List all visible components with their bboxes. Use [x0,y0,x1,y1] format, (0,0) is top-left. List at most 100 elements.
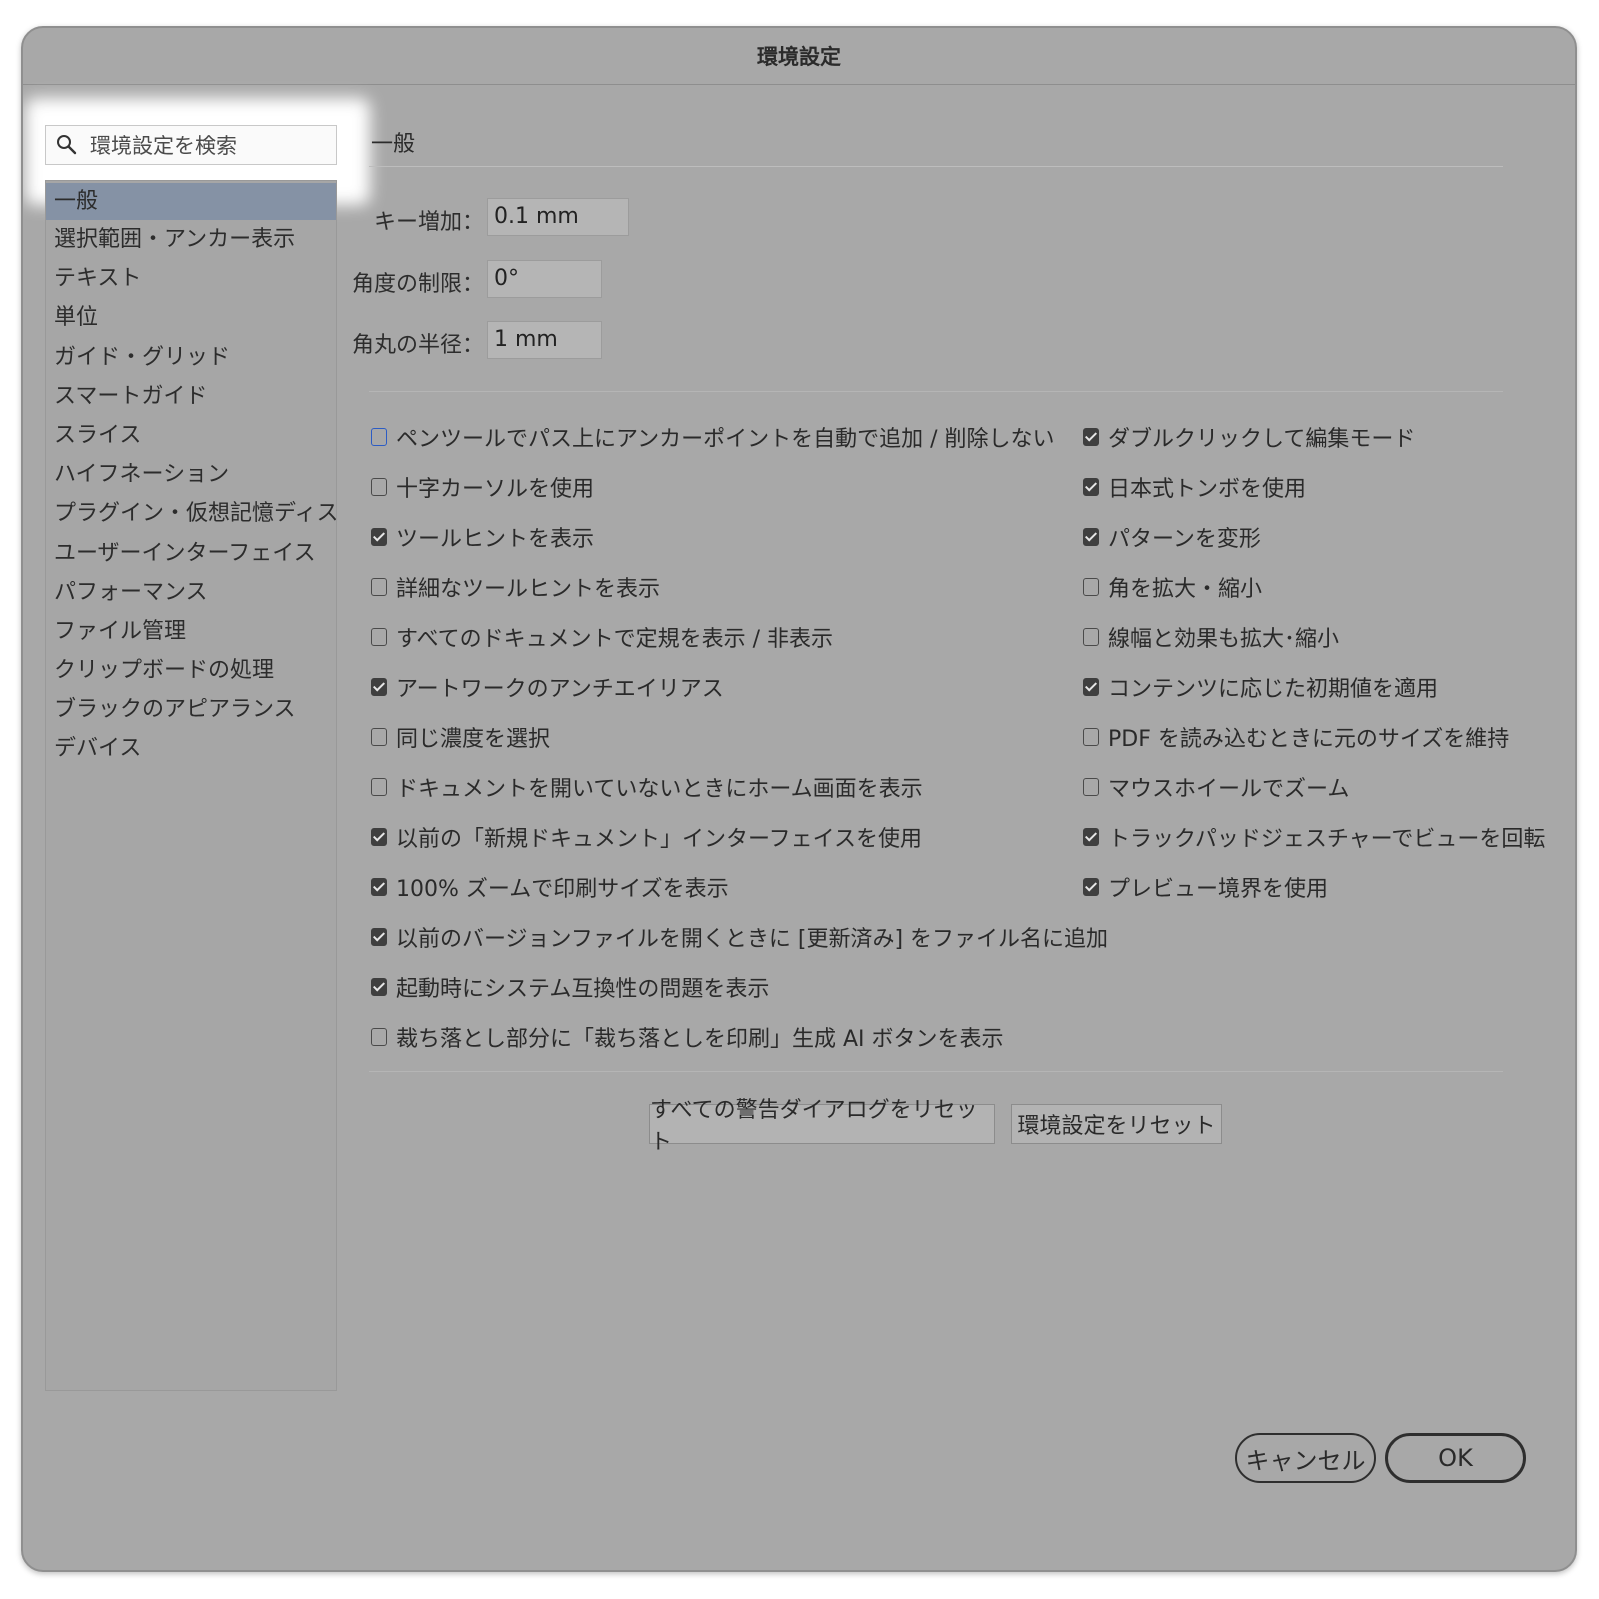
reset-warnings-button[interactable]: すべての警告ダイアログをリセット [649,1098,995,1155]
sidebar-item-clipboard[interactable]: クリップボードの処理 [46,651,336,690]
checkbox[interactable] [1083,678,1099,696]
option-pen-auto-add-delete[interactable]: ペンツールでパス上にアンカーポイントを自動で追加 / 削除しない [371,421,1055,453]
option-label: 日本式トンボを使用 [1108,477,1307,502]
option-scale-corners[interactable]: 角を拡大・縮小 [1083,571,1262,603]
divider [369,166,1503,167]
divider [369,1071,1503,1072]
option-trackpad-rotate[interactable]: トラックパッドジェスチャーでビューを回転 [1083,821,1545,853]
option-japanese-crop-marks[interactable]: 日本式トンボを使用 [1083,471,1306,503]
option-mouse-wheel-zoom[interactable]: マウスホイールでズーム [1083,771,1349,803]
option-label: パターンを変形 [1108,527,1261,552]
option-label: PDF を読み込むときに元のサイズを維持 [1108,727,1510,752]
sidebar-item-file-handling[interactable]: ファイル管理 [46,612,336,651]
sidebar-item-slices[interactable]: スライス [46,416,336,455]
ok-button[interactable]: OK [1385,1433,1526,1483]
checkbox[interactable] [371,928,387,946]
checkbox[interactable] [1083,428,1099,446]
sidebar-item-guides-grid[interactable]: ガイド・グリッド [46,338,336,377]
option-print-size-100[interactable]: 100% ズームで印刷サイズを表示 [371,871,729,903]
option-label: 同じ濃度を選択 [396,727,551,752]
option-label: 以前のバージョンファイルを開くときに [更新済み] をファイル名に追加 [396,927,1109,952]
checkbox[interactable] [1083,628,1099,646]
option-label: プレビュー境界を使用 [1108,877,1329,902]
option-show-home-screen[interactable]: ドキュメントを開いていないときにホーム画面を表示 [371,771,923,803]
checkbox[interactable] [371,578,387,596]
checkbox[interactable] [1083,878,1099,896]
sidebar-item-smart-guides[interactable]: スマートガイド [46,377,336,416]
option-scale-strokes-effects[interactable]: 線幅と効果も拡大･縮小 [1083,621,1339,653]
key-increment-field[interactable]: 0.1 mm [487,198,629,236]
search-field[interactable]: 環境設定を検索 [45,125,337,165]
option-transform-pattern[interactable]: パターンを変形 [1083,521,1261,553]
search-icon [46,125,90,165]
option-label: 以前の「新規ドキュメント」インターフェイスを使用 [396,827,923,852]
preferences-dialog: 環境設定 環境設定を検索 一般 選択範囲・アンカー表示 テキスト 単位 ガイド・… [21,26,1577,1572]
checkbox[interactable] [1083,778,1099,796]
option-rich-tool-tips[interactable]: 詳細なツールヒントを表示 [371,571,660,603]
option-rulers-all-documents[interactable]: すべてのドキュメントで定規を表示 / 非表示 [371,621,833,653]
search-input[interactable]: 環境設定を検索 [90,130,237,160]
option-show-tool-tips[interactable]: ツールヒントを表示 [371,521,594,553]
checkbox[interactable] [371,778,387,796]
title-bar: 環境設定 [23,28,1575,85]
checkbox[interactable] [371,728,387,746]
option-select-same-tint[interactable]: 同じ濃度を選択 [371,721,550,753]
sidebar: 一般 選択範囲・アンカー表示 テキスト 単位 ガイド・グリッド スマートガイド … [45,180,337,1391]
cancel-button[interactable]: キャンセル [1235,1433,1376,1483]
corner-radius-label: 角丸の半径： [351,333,484,358]
divider [369,391,1503,392]
option-double-click-isolate[interactable]: ダブルクリックして編集モード [1083,421,1415,453]
sidebar-item-performance[interactable]: パフォーマンス [46,573,336,612]
sidebar-item-black-appearance[interactable]: ブラックのアピアランス [46,690,336,729]
checkbox[interactable] [1083,728,1099,746]
option-anti-aliased-artwork[interactable]: アートワークのアンチエイリアス [371,671,724,703]
checkbox[interactable] [371,528,387,546]
corner-radius-field[interactable]: 1 mm [487,321,602,359]
reset-preferences-button[interactable]: 環境設定をリセット [1011,1104,1222,1144]
sidebar-item-devices[interactable]: デバイス [46,729,336,768]
option-precise-cursors[interactable]: 十字カーソルを使用 [371,471,594,503]
sidebar-item-text[interactable]: テキスト [46,259,336,298]
checkbox[interactable] [371,978,387,996]
checkbox[interactable] [371,878,387,896]
checkbox[interactable] [1083,528,1099,546]
sidebar-item-selection[interactable]: 選択範囲・アンカー表示 [46,220,336,259]
checkbox[interactable] [371,628,387,646]
checkbox[interactable] [1083,578,1099,596]
constrain-angle-field[interactable]: 0° [487,260,602,298]
option-append-converted[interactable]: 以前のバージョンファイルを開くときに [更新済み] をファイル名に追加 [371,921,1108,953]
option-bleed-ai-button[interactable]: 裁ち落とし部分に「裁ち落としを印刷」生成 AI ボタンを表示 [371,1021,1004,1053]
key-increment-label: キー増加： [373,210,484,235]
option-label: すべてのドキュメントで定規を表示 / 非表示 [396,627,833,652]
option-label: 角を拡大・縮小 [1108,577,1263,602]
checkbox[interactable] [371,1028,387,1046]
option-label: 100% ズームで印刷サイズを表示 [396,877,729,902]
option-label: ツールヒントを表示 [396,527,595,552]
option-preview-bounds[interactable]: プレビュー境界を使用 [1083,871,1328,903]
option-system-compatibility[interactable]: 起動時にシステム互換性の問題を表示 [371,971,769,1003]
window-title: 環境設定 [757,45,841,69]
option-content-aware-defaults[interactable]: コンテンツに応じた初期値を適用 [1083,671,1438,703]
option-label: ペンツールでパス上にアンカーポイントを自動で追加 / 削除しない [396,427,1055,452]
sidebar-item-hyphenation[interactable]: ハイフネーション [46,455,336,494]
constrain-angle-label: 角度の制限： [351,272,484,297]
option-label: トラックパッドジェスチャーでビューを回転 [1108,827,1546,852]
sidebar-item-units[interactable]: 単位 [46,298,336,337]
option-label: 線幅と効果も拡大･縮小 [1108,627,1340,652]
checkbox[interactable] [371,678,387,696]
option-label: アートワークのアンチエイリアス [396,677,724,702]
checkbox[interactable] [371,828,387,846]
checkbox[interactable] [1083,478,1099,496]
sidebar-item-user-interface[interactable]: ユーザーインターフェイス [46,534,336,573]
checkbox[interactable] [371,428,387,446]
option-label: コンテンツに応じた初期値を適用 [1108,677,1439,702]
option-label: 詳細なツールヒントを表示 [396,577,661,602]
option-pdf-original-size[interactable]: PDF を読み込むときに元のサイズを維持 [1083,721,1509,753]
sidebar-item-general[interactable]: 一般 [46,183,336,220]
sidebar-item-plugins[interactable]: プラグイン・仮想記憶ディスク [46,494,336,533]
option-label: ダブルクリックして編集モード [1108,427,1416,452]
option-legacy-new-document[interactable]: 以前の「新規ドキュメント」インターフェイスを使用 [371,821,922,853]
checkbox[interactable] [371,478,387,496]
section-title: 一般 [371,132,416,157]
checkbox[interactable] [1083,828,1099,846]
